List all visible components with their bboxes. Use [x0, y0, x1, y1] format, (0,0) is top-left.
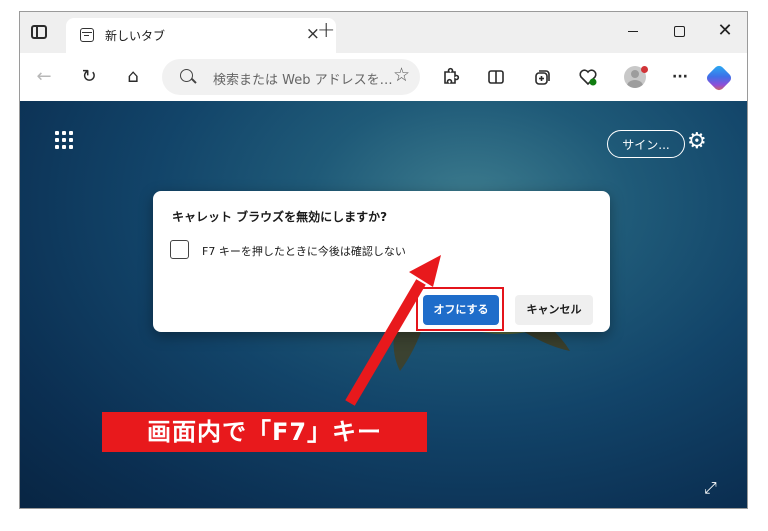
annotation-callout: 画面内で「F7」キー	[102, 412, 427, 452]
